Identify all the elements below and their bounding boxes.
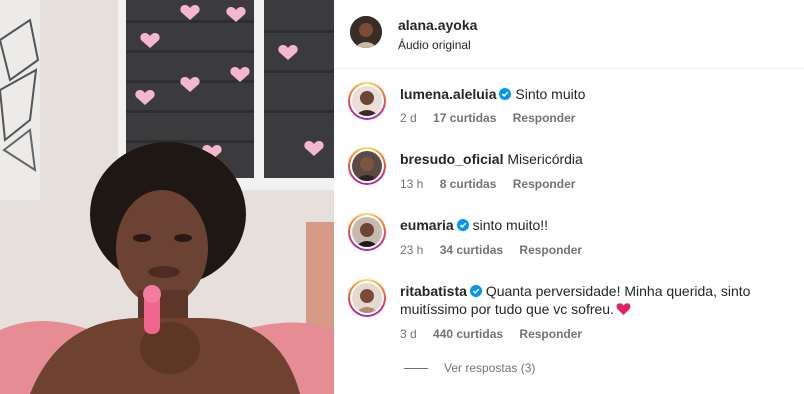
reply-button[interactable]: Responder xyxy=(519,243,582,257)
post-header: alana.ayoka Áudio original xyxy=(334,0,804,69)
comments-panel: alana.ayoka Áudio original lumena.alelui… xyxy=(334,0,804,394)
comment-username[interactable]: lumena.aleluia xyxy=(400,86,496,102)
comment-text: sinto muito!! xyxy=(472,217,549,233)
author-username[interactable]: alana.ayoka xyxy=(398,17,477,33)
comment-time[interactable]: 2 d xyxy=(400,111,417,125)
comment-meta: 23 h 34 curtidas Responder xyxy=(400,243,595,257)
comment-time[interactable]: 13 h xyxy=(400,177,423,191)
commenter-avatar[interactable] xyxy=(348,82,386,120)
comment-time[interactable]: 3 d xyxy=(400,327,417,341)
reply-button[interactable]: Responder xyxy=(519,327,582,341)
comment-time[interactable]: 23 h xyxy=(400,243,423,257)
comment-username[interactable]: bresudo_oficial xyxy=(400,151,503,167)
commenter-avatar[interactable] xyxy=(348,213,386,251)
comment-likes[interactable]: 440 curtidas xyxy=(433,327,503,341)
comment-meta: 3 d 440 curtidas Responder xyxy=(400,327,595,341)
comment-meta: 13 h 8 curtidas Responder xyxy=(400,177,588,191)
video-frame-image xyxy=(0,0,334,394)
comment-likes[interactable]: 8 curtidas xyxy=(440,177,497,191)
commenter-avatar[interactable] xyxy=(348,279,386,317)
view-replies-label: Ver respostas (3) xyxy=(444,361,536,375)
comment-likes[interactable]: 17 curtidas xyxy=(433,111,496,125)
verified-badge-icon xyxy=(469,285,482,297)
view-replies-button[interactable]: Ver respostas (3) xyxy=(404,361,535,375)
comment-username[interactable]: eumaria xyxy=(400,217,454,233)
comment-username[interactable]: ritabatista xyxy=(400,283,467,299)
comment-meta: 2 d 17 curtidas Responder xyxy=(400,111,588,125)
reply-button[interactable]: Responder xyxy=(513,111,576,125)
comment-likes[interactable]: 34 curtidas xyxy=(440,243,503,257)
comment-text: Sinto muito xyxy=(515,86,586,102)
audio-label[interactable]: Áudio original xyxy=(398,38,471,52)
verified-badge-icon xyxy=(456,219,469,231)
replies-divider xyxy=(404,368,428,370)
reply-button[interactable]: Responder xyxy=(513,177,576,191)
reel-video[interactable] xyxy=(0,0,334,394)
author-avatar[interactable] xyxy=(350,16,382,48)
red-heart-emoji-icon xyxy=(616,303,631,315)
commenter-avatar[interactable] xyxy=(348,147,386,185)
verified-badge-icon xyxy=(499,88,512,100)
comment-text: Misericórdia xyxy=(507,151,583,167)
